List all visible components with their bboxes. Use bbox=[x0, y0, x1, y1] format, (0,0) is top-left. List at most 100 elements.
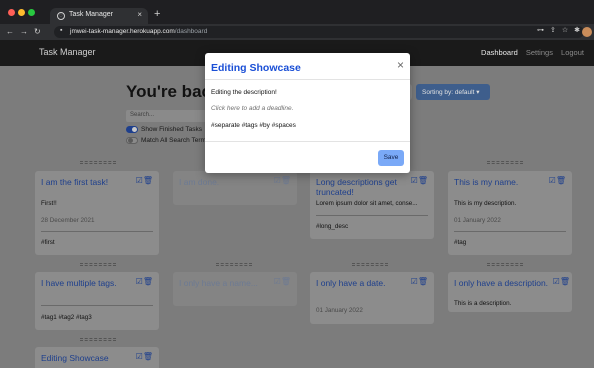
brand-name[interactable]: Task Manager bbox=[39, 47, 96, 57]
trash-icon[interactable]: 🗑 bbox=[281, 277, 291, 286]
globe-icon: ◌ bbox=[57, 12, 65, 20]
back-icon[interactable]: ← bbox=[6, 26, 14, 38]
task-card[interactable]: I only have a description. ☑🗑 This is a … bbox=[448, 272, 572, 312]
task-card[interactable]: I am done. ☑🗑 bbox=[173, 171, 297, 205]
task-title[interactable]: I only have a name... bbox=[179, 278, 273, 288]
divider bbox=[41, 231, 153, 232]
drag-handle[interactable] bbox=[80, 263, 116, 266]
task-description: This is a description. bbox=[454, 300, 512, 307]
search-input[interactable]: Search... bbox=[126, 110, 216, 122]
edit-icon[interactable]: ☑ bbox=[136, 277, 143, 286]
drag-handle[interactable] bbox=[216, 263, 252, 266]
reload-icon[interactable]: ↻ bbox=[34, 26, 41, 38]
edit-icon[interactable]: ☑ bbox=[274, 176, 281, 185]
minimize-window-button[interactable] bbox=[18, 9, 25, 16]
browser-tab[interactable]: ◌ Task Manager × bbox=[50, 8, 148, 24]
task-title[interactable]: Editing Showcase bbox=[41, 353, 135, 363]
trash-icon[interactable]: 🗑 bbox=[143, 277, 153, 286]
task-title[interactable]: This is my name. bbox=[454, 177, 548, 187]
divider bbox=[41, 305, 153, 306]
task-title[interactable]: I am done. bbox=[179, 177, 273, 187]
task-card[interactable]: Long descriptions get truncated! ☑🗑 Lore… bbox=[310, 171, 434, 239]
edit-icon[interactable]: ☑ bbox=[411, 277, 418, 286]
task-tags: #first bbox=[41, 239, 55, 246]
task-card[interactable]: I am the first task! ☑🗑 First!! 28 Decem… bbox=[35, 171, 159, 255]
task-actions: ☑🗑 bbox=[553, 277, 570, 286]
description-field[interactable]: Editing the description! bbox=[211, 89, 277, 96]
modal-title[interactable]: Editing Showcase bbox=[211, 62, 301, 74]
trash-icon[interactable]: 🗑 bbox=[556, 176, 566, 185]
task-title[interactable]: I have multiple tags. bbox=[41, 278, 135, 288]
edit-icon[interactable]: ☑ bbox=[136, 176, 143, 185]
task-actions: ☑🗑 bbox=[549, 176, 566, 185]
trash-icon[interactable]: 🗑 bbox=[143, 176, 153, 185]
drag-handle[interactable] bbox=[487, 161, 523, 164]
task-title[interactable]: I only have a description. bbox=[454, 278, 564, 288]
deadline-field[interactable]: Click here to add a deadline. bbox=[211, 105, 293, 112]
trash-icon[interactable]: 🗑 bbox=[143, 352, 153, 361]
drag-handle[interactable] bbox=[80, 161, 116, 164]
trash-icon[interactable]: 🗑 bbox=[418, 277, 428, 286]
task-card[interactable]: This is my name. ☑🗑 This is my descripti… bbox=[448, 171, 572, 255]
nav-logout[interactable]: Logout bbox=[561, 48, 584, 57]
task-card[interactable]: I only have a name... ☑🗑 bbox=[173, 272, 297, 306]
drag-handle[interactable] bbox=[80, 338, 116, 341]
trash-icon[interactable]: 🗑 bbox=[560, 277, 570, 286]
task-title[interactable]: Long descriptions get truncated! bbox=[316, 177, 410, 197]
edit-icon[interactable]: ☑ bbox=[274, 277, 281, 286]
task-card[interactable]: I only have a date. ☑🗑 01 January 2022 bbox=[310, 272, 434, 324]
save-button[interactable]: Save bbox=[378, 150, 404, 166]
task-actions: ☑🗑 bbox=[136, 277, 153, 286]
task-card[interactable]: Editing Showcase ☑🗑 bbox=[35, 347, 159, 368]
tags-field[interactable]: #separate #tags #by #spaces bbox=[211, 122, 296, 129]
task-description: This is my description. bbox=[454, 200, 517, 207]
task-date: 01 January 2022 bbox=[316, 307, 363, 314]
sort-dropdown[interactable]: Sorting by: default ▾ bbox=[416, 84, 490, 100]
url-text: jmwei-task-manager.herokuapp.com/dashboa… bbox=[70, 28, 208, 35]
toggle-switch-off[interactable] bbox=[126, 137, 138, 144]
task-actions: ☑🗑 bbox=[274, 176, 291, 185]
task-description: Lorem ipsum dolor sit amet, conse... bbox=[316, 200, 418, 207]
drag-handle[interactable] bbox=[487, 263, 523, 266]
edit-icon[interactable]: ☑ bbox=[136, 352, 143, 361]
nav-dashboard[interactable]: Dashboard bbox=[481, 48, 518, 57]
modal-header-divider bbox=[205, 79, 410, 80]
task-tags: #tag bbox=[454, 239, 467, 246]
browser-toolbar: ← → ↻ ▪ jmwei-task-manager.herokuapp.com… bbox=[0, 24, 594, 40]
divider bbox=[454, 231, 566, 232]
forward-icon[interactable]: → bbox=[20, 26, 28, 38]
task-description: First!! bbox=[41, 200, 57, 207]
nav-settings[interactable]: Settings bbox=[526, 48, 553, 57]
match-all-toggle[interactable]: Match All Search Terms bbox=[126, 137, 209, 144]
close-icon[interactable]: × bbox=[397, 59, 404, 71]
task-actions: ☑🗑 bbox=[136, 352, 153, 361]
edit-task-modal: Editing Showcase × Editing the descripti… bbox=[205, 53, 410, 173]
modal-footer-divider bbox=[205, 141, 410, 142]
toolbar-icons[interactable]: ⊶⇪☆✱ bbox=[537, 26, 586, 34]
trash-icon[interactable]: 🗑 bbox=[281, 176, 291, 185]
edit-icon[interactable]: ☑ bbox=[549, 176, 556, 185]
nav-links: Dashboard Settings Logout bbox=[475, 48, 584, 57]
task-actions: ☑🗑 bbox=[136, 176, 153, 185]
trash-icon[interactable]: 🗑 bbox=[418, 176, 428, 185]
maximize-window-button[interactable] bbox=[28, 9, 35, 16]
edit-icon[interactable]: ☑ bbox=[553, 277, 560, 286]
edit-icon[interactable]: ☑ bbox=[411, 176, 418, 185]
toggle-switch-on[interactable] bbox=[126, 126, 138, 133]
tab-close-icon[interactable]: × bbox=[137, 10, 142, 19]
task-tags: #tag1 #tag2 #tag3 bbox=[41, 314, 92, 321]
task-tags: #long_desc bbox=[316, 223, 349, 230]
task-date: 01 January 2022 bbox=[454, 217, 501, 224]
tab-title: Task Manager bbox=[69, 11, 113, 18]
task-title[interactable]: I only have a date. bbox=[316, 278, 410, 288]
task-actions: ☑🗑 bbox=[274, 277, 291, 286]
drag-handle[interactable] bbox=[352, 263, 388, 266]
address-bar[interactable]: ▪ jmwei-task-manager.herokuapp.com/dashb… bbox=[54, 26, 584, 38]
task-title[interactable]: I am the first task! bbox=[41, 177, 135, 187]
divider bbox=[316, 215, 428, 216]
task-card[interactable]: I have multiple tags. ☑🗑 #tag1 #tag2 #ta… bbox=[35, 272, 159, 330]
new-tab-button[interactable]: + bbox=[154, 8, 160, 20]
profile-avatar[interactable] bbox=[582, 27, 592, 37]
close-window-button[interactable] bbox=[8, 9, 15, 16]
show-finished-toggle[interactable]: Show Finished Tasks bbox=[126, 126, 202, 133]
